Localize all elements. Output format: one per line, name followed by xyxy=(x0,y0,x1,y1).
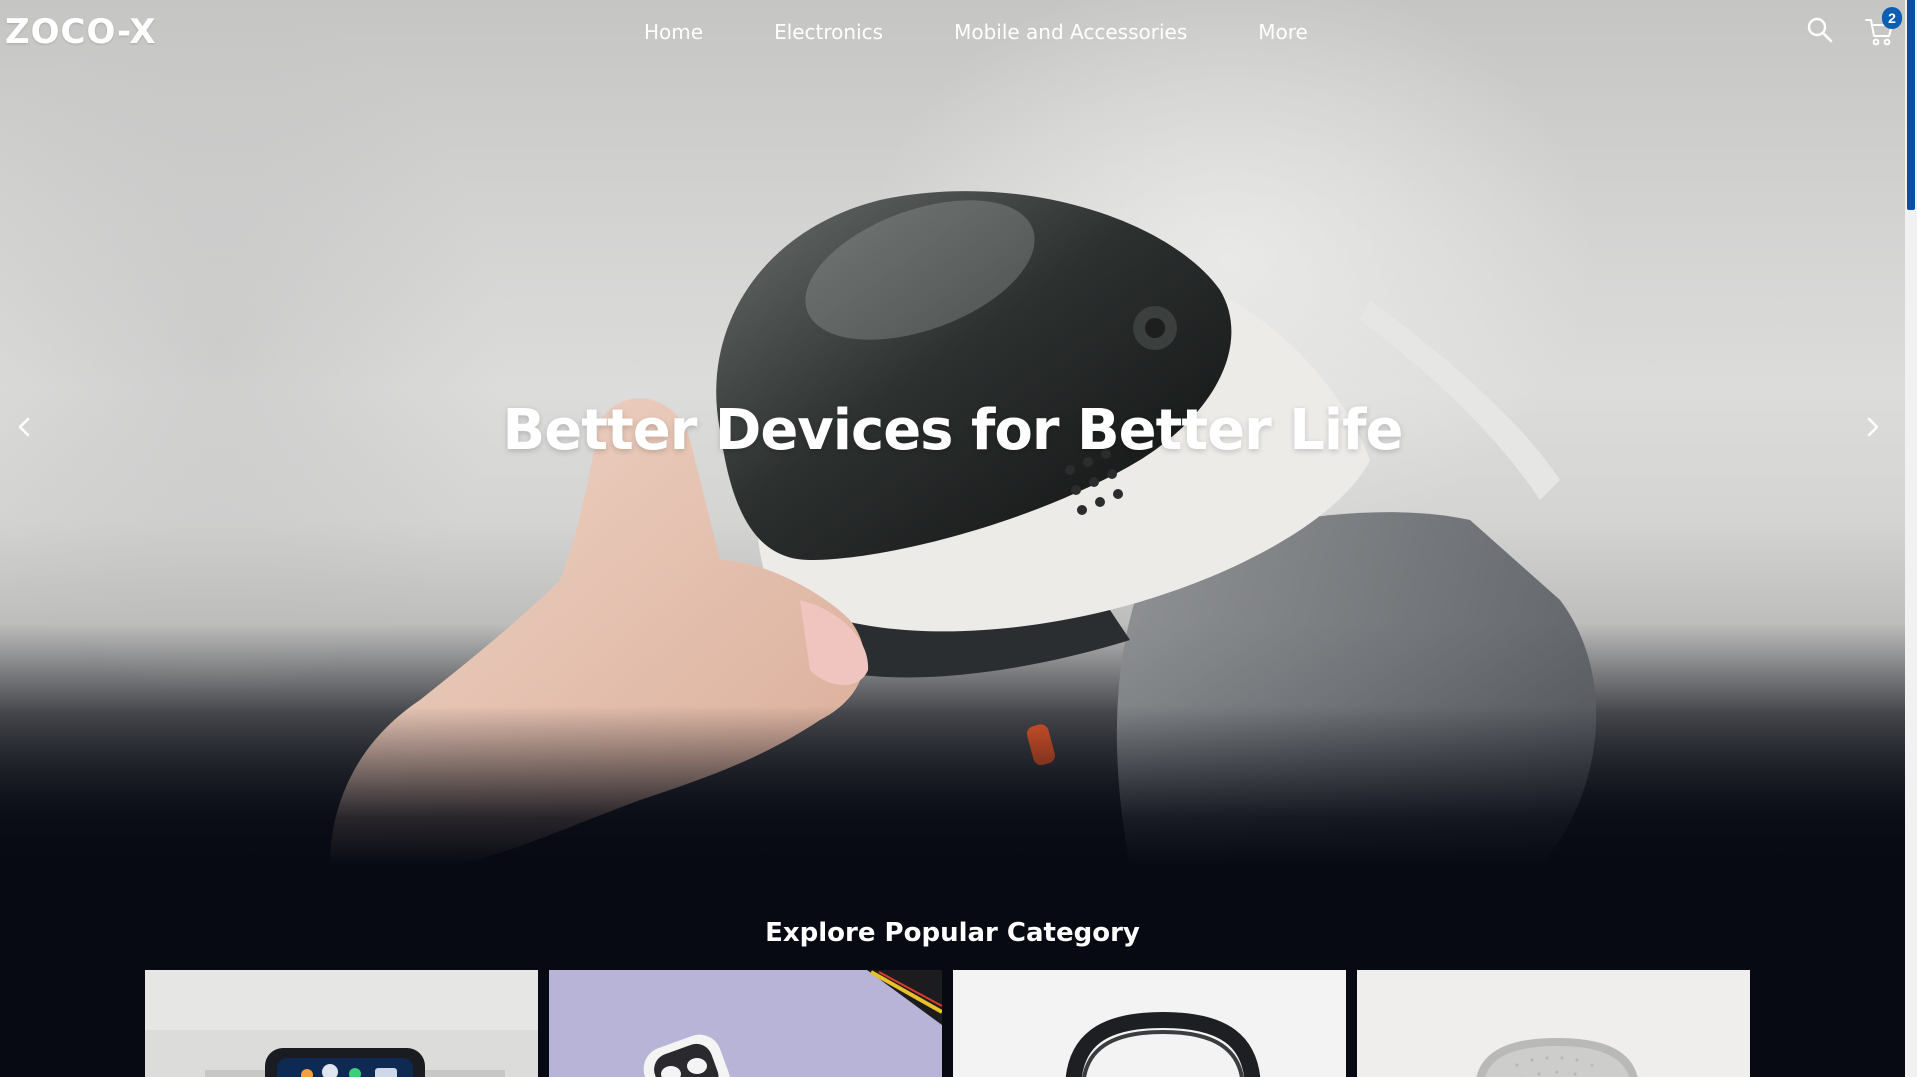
smart-speaker-image xyxy=(1357,970,1750,1077)
nav-link-mobile-and-accessories[interactable]: Mobile and Accessories xyxy=(954,20,1187,44)
chevron-left-icon xyxy=(18,417,30,437)
category-card-smart-speaker[interactable] xyxy=(1357,970,1750,1077)
scrollbar[interactable] xyxy=(1905,0,1917,1077)
chevron-right-icon xyxy=(1867,417,1879,437)
nav-link-more[interactable]: More xyxy=(1258,20,1308,44)
search-button[interactable] xyxy=(1806,16,1834,44)
category-card-earbuds[interactable] xyxy=(549,970,942,1077)
headphones-image xyxy=(953,970,1346,1077)
hero-title: Better Devices for Better Life xyxy=(502,398,1404,463)
page: ZOCO-X Home Electronics Mobile and Acces… xyxy=(0,0,1917,1077)
smartwatch-image xyxy=(145,970,538,1077)
top-nav: ZOCO-X Home Electronics Mobile and Acces… xyxy=(0,0,1905,68)
category-cards xyxy=(145,970,1750,1077)
scrollbar-thumb[interactable] xyxy=(1907,0,1915,210)
nav-link-electronics[interactable]: Electronics xyxy=(774,20,883,44)
category-card-headphones[interactable] xyxy=(953,970,1346,1077)
carousel-next-button[interactable] xyxy=(1858,412,1888,442)
nav-links: Home Electronics Mobile and Accessories … xyxy=(644,20,1308,44)
logo[interactable]: ZOCO-X xyxy=(5,12,157,52)
category-card-smartwatch[interactable] xyxy=(145,970,538,1077)
nav-link-home[interactable]: Home xyxy=(644,20,703,44)
search-icon xyxy=(1807,17,1833,43)
section-title: Explore Popular Category xyxy=(765,918,1140,948)
carousel-prev-button[interactable] xyxy=(9,412,39,442)
earbuds-image xyxy=(549,970,942,1077)
cart-count-badge: 2 xyxy=(1882,7,1902,29)
